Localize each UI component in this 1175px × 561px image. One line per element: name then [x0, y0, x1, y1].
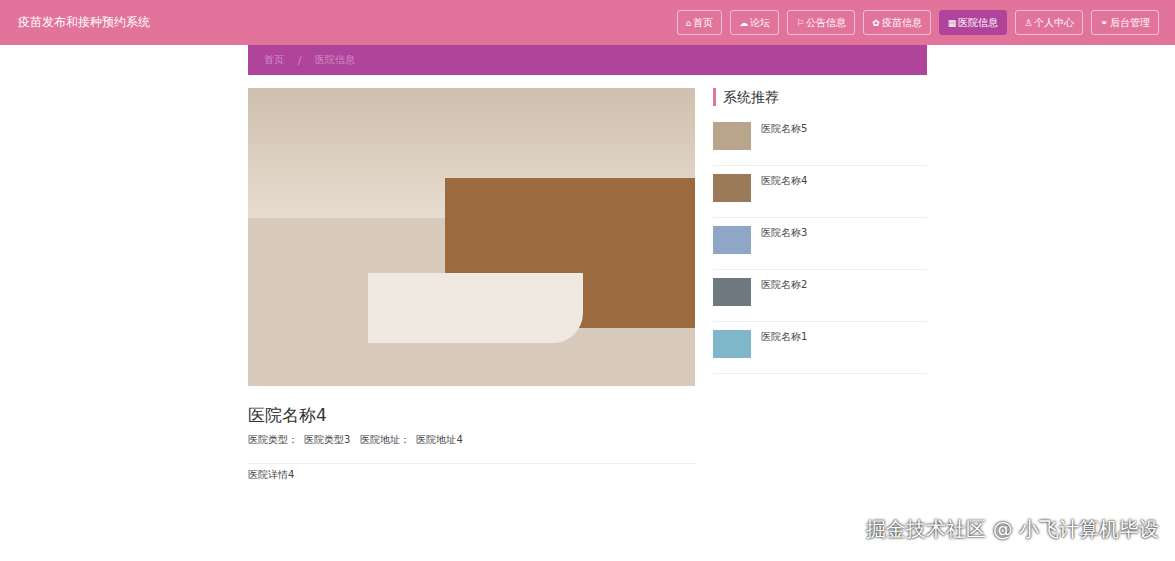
recommend-item[interactable]: 医院名称1: [713, 322, 927, 374]
recommend-item[interactable]: 医院名称4: [713, 166, 927, 218]
recommend-name: 医院名称3: [761, 226, 807, 240]
meta-field: 医院类型： 医院类型3: [248, 433, 350, 447]
nav-icon: ♙: [1024, 18, 1032, 28]
nav-button[interactable]: ♙个人中心: [1015, 10, 1083, 35]
recommend-item[interactable]: 医院名称3: [713, 218, 927, 270]
meta-value: 医院类型3: [304, 434, 350, 445]
nav-button[interactable]: ⌂首页: [677, 10, 723, 35]
recommend-thumbnail: [713, 278, 751, 306]
recommend-name: 医院名称5: [761, 122, 807, 136]
recommend-name: 医院名称2: [761, 278, 807, 292]
nav-label: 疫苗信息: [882, 16, 922, 30]
nav-menu: ⌂首页 ☁论坛 ⚐公告信息 ✿疫苗信息 ▦医院信息 ♙个人中心 ⚭后台管理: [677, 10, 1159, 35]
nav-button[interactable]: ⚐公告信息: [787, 10, 855, 35]
nav-icon: ☁: [739, 18, 748, 28]
breadcrumb-item: 医院信息: [315, 53, 355, 67]
nav-label: 公告信息: [806, 16, 846, 30]
nav-icon: ⌂: [686, 18, 692, 28]
recommend-thumbnail: [713, 330, 751, 358]
nav-label: 首页: [693, 16, 713, 30]
hospital-photo: [248, 88, 695, 386]
nav-button[interactable]: ▦医院信息: [939, 10, 1008, 35]
nav-icon: ⚐: [796, 18, 804, 28]
recommend-title: 系统推荐: [713, 88, 927, 106]
recommend-item[interactable]: 医院名称2: [713, 270, 927, 322]
nav-icon: ▦: [948, 18, 957, 28]
recommend-item[interactable]: 医院名称5: [713, 114, 927, 166]
watermark: 掘金技术社区 @ 小飞计算机毕设: [866, 516, 1159, 543]
recommend-panel: 系统推荐医院名称5 医院名称4 医院名称3 医院名称2 医院名称1: [713, 88, 927, 482]
recommend-thumbnail: [713, 122, 751, 150]
breadcrumb-item: /: [298, 55, 301, 66]
breadcrumb: 首页 / 医院信息: [248, 45, 927, 75]
nav-label: 个人中心: [1034, 16, 1074, 30]
nav-icon: ⚭: [1100, 18, 1108, 28]
nav-button[interactable]: ⚭后台管理: [1091, 10, 1159, 35]
recommend-thumbnail: [713, 174, 751, 202]
nav-icon: ✿: [872, 18, 880, 28]
top-bar: 疫苗发布和接种预约系统 ⌂首页 ☁论坛 ⚐公告信息 ✿疫苗信息 ▦医院信息 ♙个人中心 ⚭后台…: [0, 0, 1175, 45]
recommend-name: 医院名称4: [761, 174, 807, 188]
recommend-name: 医院名称1: [761, 330, 807, 344]
nav-label: 后台管理: [1110, 16, 1150, 30]
hospital-meta: 医院类型： 医院类型3 医院地址： 医院地址4: [248, 433, 695, 447]
nav-button[interactable]: ☁论坛: [730, 10, 779, 35]
site-title: 疫苗发布和接种预约系统: [18, 14, 150, 31]
nav-label: 医院信息: [958, 16, 998, 30]
meta-value: 医院地址4: [416, 434, 462, 445]
content-container: 首页 / 医院信息医院名称4 医院类型： 医院类型3 医院地址： 医院地址4 医院详情4 系统推…: [248, 45, 927, 482]
main-area: 医院名称4 医院类型： 医院类型3 医院地址： 医院地址4 医院详情4 系统推荐医院名称5 医…: [248, 88, 927, 482]
page: 疫苗发布和接种预约系统⌂首页☁论坛⚐公告信息✿疫苗信息▦医院信息♙个人中心⚭后台…: [0, 0, 1175, 561]
meta-field: 医院地址： 医院地址4: [360, 433, 462, 447]
hospital-name: 医院名称4: [248, 404, 695, 427]
hospital-description: 医院详情4: [248, 463, 695, 482]
breadcrumb-item[interactable]: 首页: [264, 53, 284, 67]
meta-label: 医院地址：: [360, 434, 410, 445]
meta-label: 医院类型：: [248, 434, 298, 445]
hospital-detail: 医院名称4 医院类型： 医院类型3 医院地址： 医院地址4 医院详情4: [248, 88, 695, 482]
recommend-thumbnail: [713, 226, 751, 254]
nav-label: 论坛: [750, 16, 770, 30]
nav-button[interactable]: ✿疫苗信息: [863, 10, 931, 35]
